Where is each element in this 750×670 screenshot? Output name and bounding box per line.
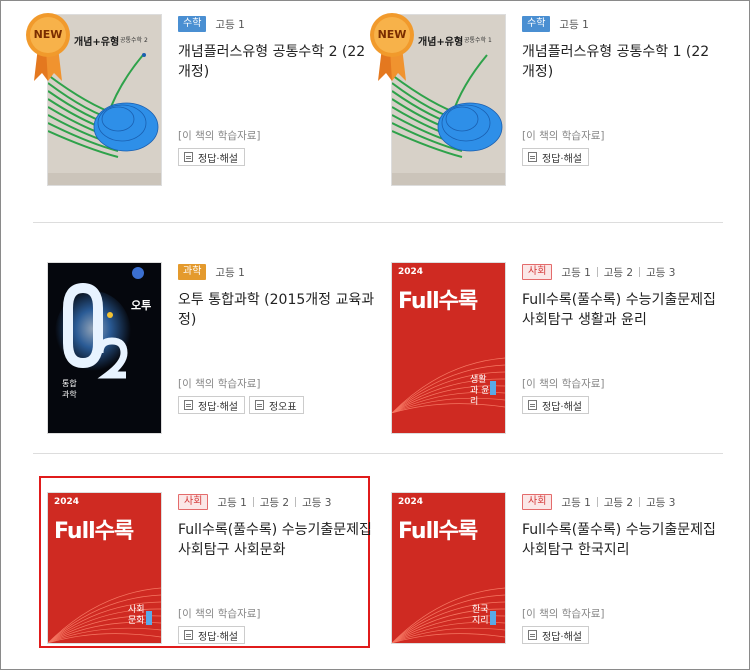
book-card-ethics[interactable]: 2024 Full수록 생활과 윤리 사회 고등 1 고등 2 고등 3 Ful… [382,263,722,443]
book-info: 과학 고등 1 오투 통합과학 (2015개정 교육과정) [178,263,378,330]
document-icon [528,630,537,640]
button-group: 정답·해설 [522,396,589,414]
button-group: 정답·해설 정오표 [178,396,304,414]
book-card-science[interactable]: 오투 통합과학 과학 고등 1 오투 통합과학 (2015개정 교육과정) [이… [38,263,378,443]
materials-caption: [이 책의 학습자료] [522,378,605,390]
separator [295,497,297,507]
document-icon [528,400,537,410]
grade-tag: 고등 1 [559,18,589,31]
grade-tag: 고등 1 [215,18,245,31]
tag-row: 사회 고등 1 고등 2 고등 3 [522,263,722,281]
button-group: 정답·해설 [522,148,589,166]
subject-tag: 과학 [178,264,207,280]
book-card-society-culture[interactable]: 2024 Full수록 사회문화 사회 고등 1 고등 2 고등 3 Full수… [38,493,378,670]
book-title[interactable]: Full수록(풀수록) 수능기출문제집 사회탐구 한국지리 [522,520,722,560]
new-badge: NEW [24,11,72,83]
cover-brand: 개념+유형 [418,37,464,48]
new-badge-label: NEW [33,28,63,41]
materials-caption: [이 책의 학습자료] [178,608,261,620]
cover-brand: 오투 [131,299,152,312]
book-card-korean-geography[interactable]: 2024 Full수록 한국지리 사회 고등 1 고등 2 고등 3 Full수… [382,493,722,670]
grade-tag: 고등 1 [217,496,247,509]
grade-tag: 고등 3 [646,496,676,509]
book-title[interactable]: 오투 통합과학 (2015개정 교육과정) [178,290,378,330]
book-cover[interactable]: 2024 Full수록 사회문화 [48,493,161,643]
cover-brand: Full수록 [398,519,478,544]
book-info: 사회 고등 1 고등 2 고등 3 Full수록(풀수록) 수능기출문제집 사회… [522,493,722,560]
grade-tag: 고등 3 [646,266,676,279]
cover-subtitle: 공통수학 2 [120,37,148,44]
cover-brand: 개념+유형 [74,37,120,48]
row-divider [33,222,723,223]
new-badge-label: NEW [377,28,407,41]
grade-tag: 고등 2 [603,496,634,509]
tag-row: 과학 고등 1 [178,263,378,281]
book-title[interactable]: 개념플러스유형 공통수학 2 (22 개정) [178,42,378,82]
materials-caption: [이 책의 학습자료] [522,608,605,620]
row-divider [33,453,723,454]
errata-button[interactable]: 정오표 [248,396,304,414]
book-info: 수학 고등 1 개념플러스유형 공통수학 1 (22 개정) [522,15,722,82]
tag-row: 사회 고등 1 고등 2 고등 3 [522,493,722,511]
cover-subtitle: 생활과 윤리 [470,375,490,407]
answers-button[interactable]: 정답·해설 [178,396,245,414]
book-cover[interactable]: 오투 통합과학 [48,263,161,433]
grade-tag: 고등 1 [561,266,591,279]
book-info: 사회 고등 1 고등 2 고등 3 Full수록(풀수록) 수능기출문제집 사회… [178,493,378,560]
separator [252,497,254,507]
book-cover[interactable]: 2024 Full수록 한국지리 [392,493,505,643]
subject-tag: 수학 [522,16,551,32]
grade-tag: 고등 2 [259,496,290,509]
answers-button[interactable]: 정답·해설 [522,396,589,414]
book-title[interactable]: Full수록(풀수록) 수능기출문제집 사회탐구 사회문화 [178,520,378,560]
subject-tag: 사회 [522,494,553,510]
book-title[interactable]: Full수록(풀수록) 수능기출문제집 사회탐구 생활과 윤리 [522,290,722,330]
answers-button[interactable]: 정답·해설 [522,148,589,166]
book-title[interactable]: 개념플러스유형 공통수학 1 (22 개정) [522,42,722,82]
subject-tag: 수학 [178,16,207,32]
answers-button[interactable]: 정답·해설 [522,626,589,644]
grade-tag: 고등 3 [302,496,332,509]
button-group: 정답·해설 [178,148,245,166]
document-icon [184,400,193,410]
separator [596,267,598,277]
tag-row: 수학 고등 1 [522,15,722,33]
materials-caption: [이 책의 학습자료] [178,130,261,142]
subject-tag: 사회 [178,494,209,510]
answers-button[interactable]: 정답·해설 [178,626,245,644]
cover-brand: Full수록 [398,289,478,314]
document-icon [184,152,193,162]
cover-subtitle: 사회문화 [128,605,145,626]
subject-tag: 사회 [522,264,553,280]
book-info: 사회 고등 1 고등 2 고등 3 Full수록(풀수록) 수능기출문제집 사회… [522,263,722,330]
grade-tag: 고등 1 [561,496,591,509]
grade-tag: 고등 2 [603,266,634,279]
book-card-math1[interactable]: 개념+유형 공통수학 1 NEW 수학 고등 1 개념플러스유형 공통수학 1 … [370,13,722,195]
tag-row: 사회 고등 1 고등 2 고등 3 [178,493,378,511]
document-icon [528,152,537,162]
button-group: 정답·해설 [522,626,589,644]
separator [639,267,641,277]
tag-row: 수학 고등 1 [178,15,378,33]
separator [639,497,641,507]
cover-subtitle: 통합과학 [62,379,77,399]
cover-subtitle: 공통수학 1 [464,37,492,44]
separator [596,497,598,507]
cover-subtitle: 한국지리 [472,605,489,626]
book-cover[interactable]: 2024 Full수록 생활과 윤리 [392,263,505,433]
errata-icon [254,400,264,410]
cover-brand: Full수록 [54,519,134,544]
answers-button[interactable]: 정답·해설 [178,148,245,166]
book-card-math2[interactable]: 개념+유형 공통수학 2 NEW 수학 고등 1 개념플러스유형 공통수학 2 … [26,13,378,195]
book-info: 수학 고등 1 개념플러스유형 공통수학 2 (22 개정) [178,15,378,82]
materials-caption: [이 책의 학습자료] [522,130,605,142]
button-group: 정답·해설 [178,626,245,644]
new-badge: NEW [368,11,416,83]
materials-caption: [이 책의 학습자료] [178,378,261,390]
grade-tag: 고등 1 [215,266,245,279]
document-icon [184,630,193,640]
